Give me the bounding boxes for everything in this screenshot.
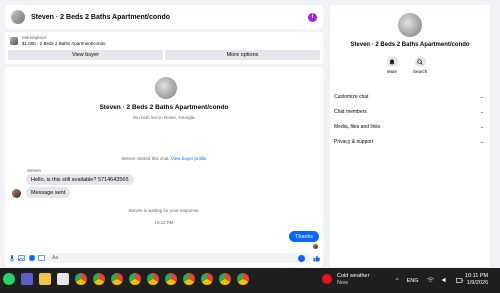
sender-name: Steven <box>27 168 42 173</box>
weather-icon[interactable] <box>322 274 332 284</box>
like-icon[interactable] <box>313 255 320 262</box>
bell-icon <box>386 56 398 67</box>
chat-header: Steven · 2 Beds 2 Baths Apartment/condo … <box>5 5 323 29</box>
view-buyer-button[interactable]: View buyer <box>8 50 163 60</box>
chrome-icon[interactable] <box>183 273 195 285</box>
menu-label: Customize chat <box>334 93 369 100</box>
clock-date: 1/9/2026 <box>466 280 489 286</box>
search-icon <box>414 56 426 67</box>
speaker-icon[interactable] <box>442 277 448 285</box>
details-title: Steven · 2 Beds 2 Baths Apartment/condo <box>350 42 470 48</box>
menu-label: Media, files and links <box>334 123 381 130</box>
chat-subtitle: You both live in Rome, Georgia. <box>132 115 196 120</box>
image-icon[interactable] <box>18 255 25 262</box>
composer: Aa <box>5 251 323 265</box>
menu-customize-chat[interactable]: Customize chat ⌄ <box>334 89 484 104</box>
chevron-up-icon[interactable]: ^ <box>396 278 399 284</box>
search-label: Search <box>413 69 428 74</box>
chevron-down-icon: ⌄ <box>479 123 484 130</box>
clock-time: 10:11 PM <box>465 273 489 279</box>
message-bubble[interactable]: Message sent <box>26 187 71 198</box>
more-options-button[interactable]: More options <box>165 50 320 60</box>
chat-thread: Steven · 2 Beds 2 Baths Apartment/condo … <box>5 67 323 267</box>
chrome-icon[interactable] <box>147 273 159 285</box>
mute-label: Mute <box>386 69 397 74</box>
header-title: Steven · 2 Beds 2 Baths Apartment/condo <box>31 13 170 21</box>
timestamp: 10:11 PM <box>154 220 174 225</box>
chrome-icon[interactable] <box>129 273 141 285</box>
menu-media-files-links[interactable]: Media, files and links ⌄ <box>334 119 484 134</box>
chat-title: Steven · 2 Beds 2 Baths Apartment/condo <box>99 104 229 111</box>
view-buyer-profile-link[interactable]: View buyer profile <box>171 156 207 161</box>
avatar[interactable] <box>11 10 25 24</box>
chrome-icon[interactable] <box>93 273 105 285</box>
language-indicator[interactable]: ENG <box>407 278 419 284</box>
weather-subtitle: Now <box>337 280 349 286</box>
system-tray: ^ ENG <box>396 277 463 285</box>
battery-icon[interactable] <box>455 277 463 285</box>
document-icon[interactable] <box>57 273 69 285</box>
listing-card: Marketplace $1,000 · 2 Beds 2 Baths Apar… <box>5 32 323 64</box>
message-input[interactable]: Aa <box>48 253 310 263</box>
menu-label: Privacy & support <box>334 138 374 145</box>
whatsapp-icon[interactable] <box>3 273 15 285</box>
gif-icon[interactable] <box>38 255 45 262</box>
menu-privacy-support[interactable]: Privacy & support ⌄ <box>334 134 484 149</box>
system-message: Steven is waiting for your response. <box>128 208 200 213</box>
weather-title: Cold weather <box>337 273 370 279</box>
chevron-down-icon: ⌄ <box>479 93 484 100</box>
system-message: Steven started this chat. View buyer pro… <box>5 156 323 161</box>
my-message-bubble[interactable]: Thanks <box>288 231 319 242</box>
menu-label: Chat members <box>334 108 367 115</box>
chrome-icon[interactable] <box>165 273 177 285</box>
chrome-icon[interactable] <box>219 273 231 285</box>
wifi-icon[interactable] <box>426 277 434 285</box>
store-icon[interactable] <box>21 273 33 285</box>
chrome-icon[interactable] <box>75 273 87 285</box>
search-button[interactable]: Search <box>413 56 427 74</box>
clock[interactable]: 10:11 PM 1/9/2026 <box>465 273 488 287</box>
menu-chat-members[interactable]: Chat members ⌄ <box>334 104 484 119</box>
avatar[interactable] <box>12 189 21 198</box>
avatar[interactable] <box>155 77 177 99</box>
chat-started-text: Steven started this chat. <box>121 156 170 161</box>
listing-thumbnail[interactable] <box>10 36 18 45</box>
message-bubble[interactable]: Hello, is this still available? 57146435… <box>26 174 134 185</box>
mute-button[interactable]: Mute <box>385 56 399 74</box>
folder-icon[interactable] <box>39 273 51 285</box>
listing-summary: $1,000 · 2 Beds 2 Baths Apartment/condo <box>22 40 106 46</box>
chevron-down-icon: ⌄ <box>479 138 484 145</box>
seen-avatar <box>313 244 318 249</box>
avatar[interactable] <box>398 13 422 37</box>
chat-pane: Steven · 2 Beds 2 Baths Apartment/condo … <box>5 5 323 267</box>
chevron-down-icon: ⌄ <box>479 108 484 115</box>
weather-widget[interactable]: Cold weather Now <box>337 273 369 287</box>
chrome-icon[interactable] <box>237 273 249 285</box>
details-pane: Steven · 2 Beds 2 Baths Apartment/condo … <box>330 5 490 267</box>
chrome-icon[interactable] <box>111 273 123 285</box>
emoji-icon[interactable] <box>298 254 305 262</box>
info-icon[interactable]: i <box>308 12 317 22</box>
sticker-icon[interactable] <box>28 255 35 262</box>
mic-icon[interactable] <box>8 254 15 262</box>
taskbar: Cold weather Now ^ ENG 10:11 PM 1/9/2026 <box>0 268 500 293</box>
details-menu: Customize chat ⌄ Chat members ⌄ Media, f… <box>334 89 484 149</box>
chrome-icon[interactable] <box>201 273 213 285</box>
